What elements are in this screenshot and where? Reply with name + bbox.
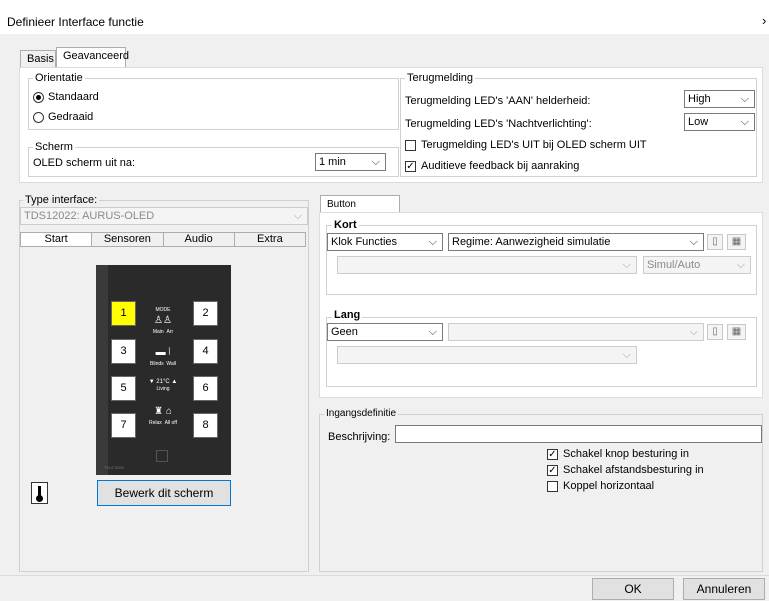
new-document-icon[interactable]: ▯ bbox=[707, 324, 723, 340]
orientation-legend: Orientatie bbox=[33, 72, 85, 84]
audio-feedback-checkbox[interactable]: ✓ bbox=[405, 161, 416, 172]
chevron-down-icon: ⌵ bbox=[293, 210, 302, 222]
chevron-down-icon: ⌵ bbox=[428, 236, 437, 248]
ingang-legend: Ingangsdefinitie bbox=[324, 408, 399, 419]
footer-divider bbox=[0, 575, 769, 576]
key-5[interactable]: 5 bbox=[111, 376, 136, 401]
properties-icon[interactable]: ▦ bbox=[727, 234, 746, 250]
radio-standaard[interactable] bbox=[33, 92, 44, 103]
key-6[interactable]: 6 bbox=[193, 376, 218, 401]
chevron-down-icon: ⌵ bbox=[622, 349, 631, 361]
led-night-label: Terugmelding LED's 'Nachtverlichting': bbox=[405, 118, 592, 130]
oled-select[interactable]: 1 min ⌵ bbox=[315, 153, 386, 171]
interface-type-label: Type interface: bbox=[23, 194, 100, 206]
key-3[interactable]: 3 bbox=[111, 339, 136, 364]
ok-button[interactable]: OK bbox=[592, 578, 674, 600]
key-8[interactable]: 8 bbox=[193, 413, 218, 438]
schakel-knop-label: Schakel knop besturing in bbox=[563, 448, 689, 460]
radio-gedraaid[interactable] bbox=[33, 112, 44, 123]
blinds-icon: ▬ ⦚ bbox=[155, 347, 171, 358]
chevron-down-icon: ⌵ bbox=[689, 326, 698, 338]
kort-sim-select[interactable]: Simul/Auto ⌵ bbox=[643, 256, 751, 274]
advanced-panel: Orientatie Standaard Gedraaid Scherm OLE… bbox=[19, 67, 763, 183]
light-bulbs-icon: ♙♙ bbox=[154, 315, 172, 326]
chevron-down-icon: ⌵ bbox=[740, 116, 749, 128]
schakel-knop-checkbox[interactable]: ✓ bbox=[547, 449, 558, 460]
oled-label: OLED scherm uit na: bbox=[33, 157, 136, 169]
key-7[interactable]: 7 bbox=[111, 413, 136, 438]
title-bar: Definieer Interface functie › bbox=[0, 0, 769, 34]
key-4[interactable]: 4 bbox=[193, 339, 218, 364]
tab-sensoren[interactable]: Sensoren bbox=[92, 233, 164, 246]
mode-label: MODE bbox=[155, 307, 171, 313]
kort-legend: Kort bbox=[332, 219, 359, 231]
new-document-icon[interactable]: ▯ bbox=[707, 234, 723, 250]
living-label: Living bbox=[156, 386, 170, 392]
chevron-right-icon[interactable]: › bbox=[762, 13, 766, 28]
properties-icon[interactable]: ▦ bbox=[727, 324, 746, 340]
relax-alloff-label: Relax All off bbox=[149, 420, 177, 426]
lang-legend: Lang bbox=[332, 309, 363, 321]
kort-second-select[interactable]: ⌵ bbox=[337, 256, 637, 274]
screen-legend: Scherm bbox=[33, 141, 75, 153]
chevron-down-icon: ⌵ bbox=[371, 156, 380, 168]
window-title: Definieer Interface functie bbox=[7, 15, 144, 29]
audio-feedback-label: Auditieve feedback bij aanraking bbox=[421, 160, 580, 172]
lang-function-select[interactable]: Geen ⌵ bbox=[327, 323, 443, 341]
lang-second-select[interactable]: ⌵ bbox=[337, 346, 637, 364]
blinds-wall-label: Blinds Wall bbox=[150, 361, 176, 367]
kort-mode-select[interactable]: Regime: Aanwezigheid simulatie ⌵ bbox=[448, 233, 704, 251]
device-bevel bbox=[96, 265, 108, 475]
lang-mode-select[interactable]: ⌵ bbox=[448, 323, 704, 341]
temperature-label: ▼ 21°C ▲ bbox=[148, 379, 178, 385]
led-off-checkbox[interactable] bbox=[405, 140, 416, 151]
beschrijving-label: Beschrijving: bbox=[328, 431, 391, 443]
beschrijving-input[interactable] bbox=[395, 425, 762, 443]
schakel-afstand-label: Schakel afstandsbesturing in bbox=[563, 464, 704, 476]
koppel-horizontaal-checkbox[interactable] bbox=[547, 481, 558, 492]
chevron-down-icon: ⌵ bbox=[428, 326, 437, 338]
kort-function-select[interactable]: Klok Functies ⌵ bbox=[327, 233, 443, 251]
tab-extra[interactable]: Extra bbox=[235, 233, 305, 246]
led-night-select[interactable]: Low ⌵ bbox=[684, 113, 755, 131]
button-functions-panel: Kort Klok Functies ⌵ Regime: Aanwezigheid… bbox=[319, 212, 763, 398]
tab-audio[interactable]: Audio bbox=[164, 233, 235, 246]
chevron-down-icon: ⌵ bbox=[736, 259, 745, 271]
tab-basis[interactable]: Basis bbox=[20, 50, 56, 68]
interface-tabs: Start Sensoren Audio Extra bbox=[20, 232, 306, 247]
koppel-horizontaal-label: Koppel horizontaal bbox=[563, 480, 655, 492]
interface-type-select[interactable]: TDS12022: AURUS-OLED ⌵ bbox=[20, 207, 308, 225]
chevron-down-icon: ⌵ bbox=[740, 93, 749, 105]
led-off-label: Terugmelding LED's UIT bij OLED scherm U… bbox=[421, 139, 647, 151]
edit-screen-button[interactable]: Bewerk dit scherm bbox=[97, 480, 231, 506]
radio-gedraaid-label: Gedraaid bbox=[48, 111, 94, 123]
tab-start[interactable]: Start bbox=[21, 233, 93, 246]
key-1[interactable]: 1 bbox=[111, 301, 136, 326]
schakel-afstand-checkbox[interactable]: ✓ bbox=[547, 465, 558, 476]
led-on-label: Terugmelding LED's 'AAN' helderheid: bbox=[405, 95, 591, 107]
sensor-window bbox=[156, 450, 168, 462]
feedback-legend: Terugmelding bbox=[405, 72, 476, 84]
tab-button-functions[interactable]: Button functions bbox=[320, 195, 400, 225]
cancel-button[interactable]: Annuleren bbox=[683, 578, 765, 600]
tab-geavanceerd[interactable]: Geavanceerd bbox=[56, 47, 129, 68]
main-arr-label: Main Arr bbox=[152, 329, 174, 335]
key-2[interactable]: 2 bbox=[193, 301, 218, 326]
relax-icon: ♜ ⌂ bbox=[154, 406, 172, 417]
device-panel: 1 2 3 4 5 6 7 8 MODE ♙♙ Main Arr ▬ ⦚ Bli… bbox=[96, 265, 231, 475]
led-on-select[interactable]: High ⌵ bbox=[684, 90, 755, 108]
chevron-down-icon: ⌵ bbox=[622, 259, 631, 271]
brand-label: TELETASK bbox=[104, 465, 125, 470]
radio-standaard-label: Standaard bbox=[48, 91, 99, 103]
chevron-down-icon: ⌵ bbox=[689, 236, 698, 248]
thermometer-icon[interactable] bbox=[31, 482, 48, 504]
